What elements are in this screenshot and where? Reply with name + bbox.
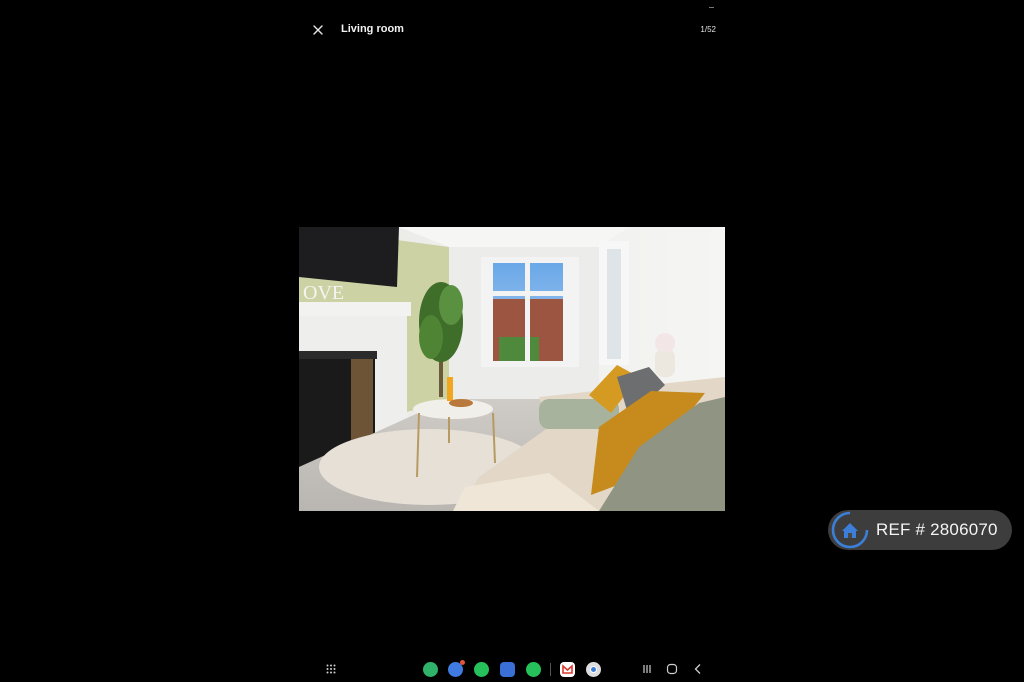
property-photo[interactable]: OVE	[299, 227, 725, 511]
photo-title: Living room	[341, 23, 404, 35]
gmail-logo-icon	[562, 664, 573, 674]
whatsapp-app-icon[interactable]	[474, 662, 489, 677]
files-app-icon[interactable]	[500, 662, 515, 677]
chrome-app-icon[interactable]	[586, 662, 601, 677]
gmail-app-icon[interactable]	[560, 662, 575, 677]
phone-app-icon[interactable]	[423, 662, 438, 677]
chrome-logo-icon	[590, 666, 597, 673]
app-grid-icon[interactable]	[326, 664, 336, 674]
house-refresh-icon	[831, 511, 869, 549]
notification-dot	[460, 660, 465, 665]
taskbar-divider	[550, 663, 551, 676]
ref-number: REF # 2806070	[876, 520, 998, 539]
taskbar	[0, 656, 1024, 682]
status-indicator	[709, 7, 714, 8]
close-button[interactable]	[308, 20, 328, 40]
photo-counter: 1/52	[700, 25, 716, 34]
home-icon[interactable]	[666, 663, 678, 675]
svg-text:OVE: OVE	[303, 282, 344, 304]
viewer-header: Living room 1/52	[300, 14, 726, 44]
whatsapp-business-app-icon[interactable]	[526, 662, 541, 677]
back-icon[interactable]	[692, 663, 704, 675]
close-icon	[313, 25, 323, 35]
recents-icon[interactable]	[641, 663, 653, 675]
living-room-photo: OVE	[299, 227, 725, 511]
ref-badge: REF # 2806070	[828, 510, 1012, 550]
